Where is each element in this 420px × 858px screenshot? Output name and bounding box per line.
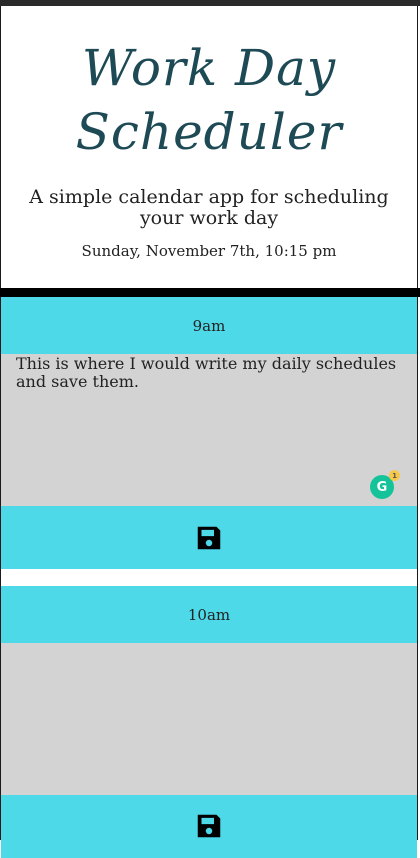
- header-divider: [0, 288, 420, 297]
- save-button[interactable]: [1, 506, 417, 569]
- hour-label: 9am: [1, 297, 417, 354]
- description-input[interactable]: This is where I would write my daily sch…: [1, 354, 417, 506]
- hour-label: 10am: [1, 586, 417, 643]
- grammarly-icon[interactable]: G 1: [370, 470, 400, 499]
- grammarly-letter: G: [376, 479, 388, 495]
- description-area: [1, 643, 417, 795]
- floppy-disk-save-icon: [197, 526, 221, 549]
- jumbotron-header: Work Day Scheduler A simple calendar app…: [1, 6, 417, 288]
- save-button[interactable]: [1, 795, 417, 858]
- grammarly-badge: 1: [389, 470, 400, 481]
- description-input[interactable]: [1, 643, 417, 795]
- page-title: Work Day Scheduler: [75, 39, 343, 161]
- time-block-10am: 10am: [1, 586, 417, 858]
- current-date: Sunday, November 7th, 10:15 pm: [81, 242, 337, 260]
- time-block-9am: 9am This is where I would write my daily…: [1, 297, 417, 569]
- description-area: This is where I would write my daily sch…: [1, 354, 417, 506]
- page-subtitle: A simple calendar app for scheduling you…: [29, 186, 389, 229]
- floppy-disk-save-icon: [197, 814, 221, 838]
